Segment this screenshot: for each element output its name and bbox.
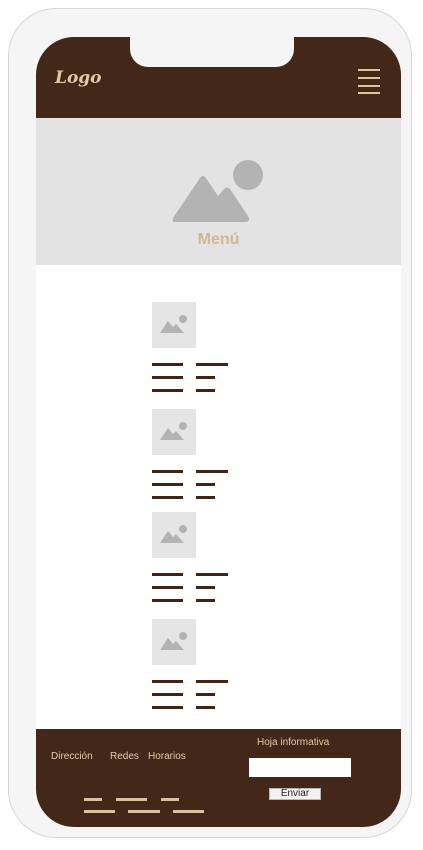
text-placeholder-line — [196, 693, 215, 696]
text-placeholder-line — [196, 376, 215, 379]
site-header: Logo — [36, 37, 401, 118]
menu-item-thumbnail — [152, 619, 196, 665]
footer-placeholder-line — [128, 810, 160, 813]
footer-placeholder-line — [84, 810, 115, 813]
image-placeholder-icon — [160, 632, 187, 650]
hero-banner: Menú — [36, 118, 401, 265]
hero-title: Menú — [197, 231, 240, 248]
text-placeholder-line — [196, 389, 215, 392]
text-placeholder-line — [196, 483, 215, 486]
text-placeholder-line — [152, 496, 183, 499]
footer-placeholder-line — [84, 798, 102, 801]
text-placeholder-line — [152, 573, 183, 576]
text-placeholder-line — [196, 496, 215, 499]
hamburger-menu-icon[interactable] — [358, 69, 380, 94]
hamburger-line — [358, 69, 380, 71]
newsletter-email-input[interactable] — [249, 758, 351, 777]
text-placeholder-line — [152, 586, 183, 589]
image-placeholder-icon — [160, 422, 187, 440]
text-placeholder-line — [152, 363, 183, 366]
text-placeholder-line — [196, 599, 215, 602]
text-placeholder-line — [196, 586, 215, 589]
text-placeholder-line — [152, 483, 183, 486]
phone-frame: Logo Menú Dirección Redes Horarios Hoja … — [8, 8, 412, 838]
screen: Logo Menú Dirección Redes Horarios Hoja … — [36, 37, 401, 827]
send-button[interactable]: Enviar — [269, 788, 321, 800]
text-placeholder-line — [196, 680, 228, 683]
footer-placeholder-line — [161, 798, 179, 801]
text-placeholder-line — [152, 680, 183, 683]
image-placeholder-icon — [160, 525, 187, 543]
image-placeholder-icon — [172, 160, 263, 222]
text-placeholder-line — [152, 470, 183, 473]
text-placeholder-line — [152, 693, 183, 696]
text-placeholder-line — [152, 599, 183, 602]
image-placeholder-icon — [160, 315, 187, 333]
text-placeholder-line — [152, 389, 183, 392]
footer-link-direccion[interactable]: Dirección — [51, 751, 93, 762]
text-placeholder-line — [196, 363, 228, 366]
text-placeholder-line — [196, 706, 215, 709]
hamburger-line — [358, 92, 380, 94]
hamburger-line — [358, 85, 380, 87]
text-placeholder-line — [196, 573, 228, 576]
phone-notch — [130, 37, 294, 67]
logo[interactable]: Logo — [55, 68, 102, 88]
site-footer: Dirección Redes Horarios Hoja informativ… — [36, 729, 401, 827]
text-placeholder-line — [152, 706, 183, 709]
menu-item-thumbnail — [152, 302, 196, 348]
menu-item-thumbnail — [152, 512, 196, 558]
footer-placeholder-line — [173, 810, 204, 813]
footer-link-horarios[interactable]: Horarios — [148, 751, 186, 762]
footer-link-redes[interactable]: Redes — [110, 751, 139, 762]
text-placeholder-line — [152, 376, 183, 379]
footer-placeholder-line — [116, 798, 147, 801]
menu-item-thumbnail — [152, 409, 196, 455]
hamburger-line — [358, 77, 380, 79]
newsletter-label: Hoja informativa — [257, 737, 330, 748]
text-placeholder-line — [196, 470, 228, 473]
